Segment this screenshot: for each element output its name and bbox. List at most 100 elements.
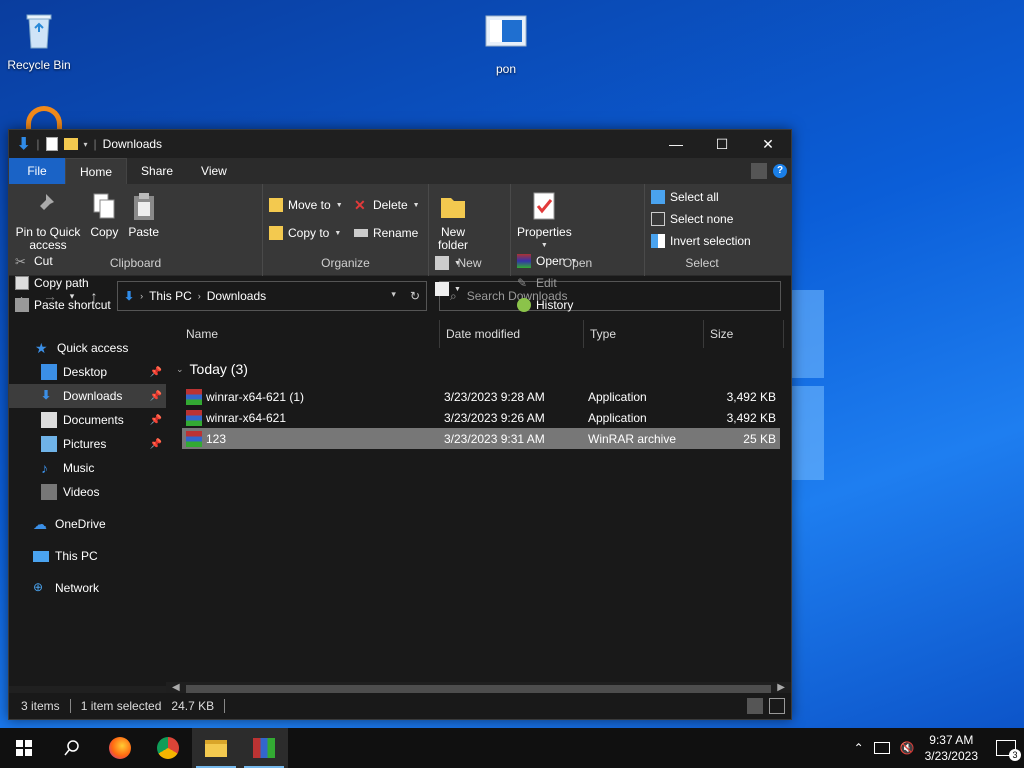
show-hidden-icons-chevron-icon[interactable]: ⌃ (854, 741, 864, 755)
scroll-right-icon[interactable]: ▶ (777, 682, 785, 693)
close-button[interactable]: ✕ (745, 130, 791, 158)
clock-date: 3/23/2023 (924, 749, 978, 763)
select-none-button[interactable]: Select none (651, 210, 751, 228)
winrar-icon (186, 388, 202, 405)
desktop-icon-recycle-bin[interactable]: Recycle Bin (1, 8, 77, 72)
select-all-icon (651, 190, 665, 204)
file-row[interactable]: winrar-x64-621 (1) 3/23/2023 9:28 AM App… (182, 386, 780, 407)
firefox-taskbar-button[interactable] (96, 728, 144, 768)
new-folder-button[interactable]: New folder (435, 188, 471, 252)
scroll-thumb[interactable] (186, 685, 771, 693)
help-icon[interactable]: ? (773, 164, 787, 178)
breadcrumb-downloads[interactable]: Downloads (207, 289, 266, 303)
maximize-button[interactable]: ☐ (699, 130, 745, 158)
paste-button[interactable]: Paste (128, 188, 160, 239)
address-dropdown-icon[interactable]: ▾ (391, 289, 396, 303)
navigation-pane: ★ Quick access Desktop 📌 ⬇ Downloads 📌 D… (9, 316, 166, 686)
paste-shortcut-button[interactable]: Paste shortcut (15, 296, 111, 314)
collapse-ribbon-icon[interactable] (751, 163, 767, 179)
notification-count-badge: 3 (1009, 749, 1021, 761)
minimize-button[interactable]: — (653, 130, 699, 158)
file-row-selected[interactable]: 123 3/23/2023 9:31 AM WinRAR archive 25 … (182, 428, 780, 449)
documents-folder-icon (41, 412, 57, 428)
notifications-icon[interactable]: 3 (996, 740, 1021, 761)
column-header-name[interactable]: Name (166, 320, 440, 348)
properties-small-icon[interactable] (45, 137, 58, 151)
winrar-icon (186, 409, 202, 426)
volume-muted-icon[interactable]: 🔇 (900, 741, 915, 755)
ribbon-group-organize: Move to ▼ Copy to ▼ ✕ Delete ▼ Rename Organi… (263, 184, 429, 276)
invert-selection-button[interactable]: Invert selection (651, 232, 751, 250)
column-header-size[interactable]: Size (704, 320, 784, 348)
star-icon: ★ (35, 340, 48, 356)
nav-downloads[interactable]: ⬇ Downloads 📌 (9, 384, 166, 408)
file-list: Name Date modified Type Size ⌄ Today (3)… (166, 316, 791, 686)
address-box[interactable]: ⬇ › This PC › Downloads ▾ ↻ (117, 281, 427, 311)
winrar-icon (253, 738, 275, 758)
nav-pictures[interactable]: Pictures 📌 (9, 432, 166, 456)
nav-documents[interactable]: Documents 📌 (9, 408, 166, 432)
column-header-type[interactable]: Type (584, 320, 704, 348)
pin-to-quick-access-button[interactable]: Pin to Quick access (15, 188, 81, 252)
nav-videos[interactable]: Videos (9, 480, 166, 504)
tab-view[interactable]: View (187, 158, 241, 184)
breadcrumb-this-pc[interactable]: This PC (149, 289, 192, 303)
easy-access-icon (435, 282, 449, 296)
windows-start-icon (16, 740, 32, 756)
rename-button[interactable]: Rename (353, 224, 420, 242)
clock-time: 9:37 AM (929, 733, 974, 747)
properties-button[interactable]: Properties ▼ (517, 188, 572, 252)
taskbar: ⌃ 🔇 9:37 AM 3/23/2023 3 (0, 728, 1024, 768)
chrome-taskbar-button[interactable] (144, 728, 192, 768)
clock[interactable]: 9:37 AM 3/23/2023 (925, 732, 978, 764)
nav-quick-access[interactable]: ★ Quick access (9, 336, 166, 360)
nav-this-pc[interactable]: This PC (9, 544, 166, 568)
file-explorer-taskbar-button[interactable] (192, 728, 240, 768)
copy-icon (93, 193, 115, 219)
download-arrow-icon: ⬇ (17, 136, 31, 153)
start-button[interactable] (0, 728, 48, 768)
nav-desktop[interactable]: Desktop 📌 (9, 360, 166, 384)
tab-home[interactable]: Home (65, 158, 128, 184)
column-header-date-modified[interactable]: Date modified (440, 320, 584, 348)
large-icons-view-icon[interactable] (769, 698, 785, 714)
breadcrumb-separator-icon: › (140, 291, 144, 301)
customize-qat-icon[interactable]: ▾ (84, 140, 88, 149)
nav-onedrive[interactable]: ☁ OneDrive (9, 512, 166, 536)
search-taskbar-button[interactable] (48, 728, 96, 768)
refresh-icon[interactable]: ↻ (410, 289, 420, 303)
ribbon-tabs: File Home Share View ? (9, 158, 791, 184)
pinned-icon: 📌 (149, 414, 162, 426)
group-header-today[interactable]: ⌄ Today (3) (166, 358, 791, 380)
rename-icon (353, 229, 368, 237)
search-box[interactable]: ⌕ Search Downloads (439, 281, 781, 311)
delete-button[interactable]: ✕ Delete ▼ (354, 196, 420, 214)
pinned-icon: 📌 (149, 390, 162, 402)
scroll-left-icon[interactable]: ◀ (172, 682, 180, 693)
nav-music[interactable]: ♪ Music (9, 456, 166, 480)
desktop-icon-pon[interactable]: pon (468, 12, 544, 76)
new-folder-small-icon[interactable] (63, 138, 78, 150)
tab-share[interactable]: Share (127, 158, 187, 184)
history-button[interactable]: History (517, 296, 577, 314)
vlc-icon (26, 106, 62, 130)
ribbon: Pin to Quick access Copy Paste ✂ Cut Copy… (9, 184, 791, 312)
easy-access-button[interactable]: ▼ (435, 280, 461, 298)
nav-network[interactable]: ⊕ Network (9, 576, 166, 600)
paste-icon (133, 193, 154, 220)
edit-button[interactable]: ✎ Edit (517, 274, 577, 292)
file-row[interactable]: winrar-x64-621 3/23/2023 9:26 AM Applica… (182, 407, 780, 428)
pin-icon (36, 194, 54, 216)
copy-path-button[interactable]: Copy path (15, 274, 111, 292)
move-to-button[interactable]: Move to ▼ (269, 196, 343, 214)
select-all-button[interactable]: Select all (651, 188, 751, 206)
chrome-icon (157, 737, 179, 759)
details-view-icon[interactable] (747, 698, 763, 714)
copy-button[interactable]: Copy (88, 188, 120, 239)
winrar-taskbar-button[interactable] (240, 728, 288, 768)
network-status-icon[interactable] (873, 742, 890, 754)
copy-to-button[interactable]: Copy to ▼ (269, 224, 343, 242)
new-folder-icon (441, 198, 465, 218)
title-bar[interactable]: ⬇ | ▾ | Downloads — ☐ ✕ (9, 130, 791, 158)
tab-file[interactable]: File (9, 158, 65, 184)
